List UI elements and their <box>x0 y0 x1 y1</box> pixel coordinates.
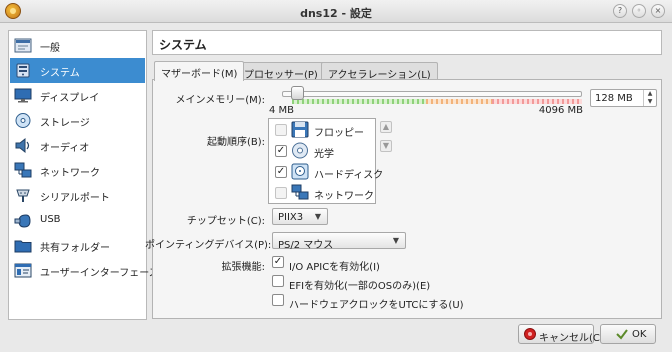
memory-min-label: 4 MB <box>269 105 295 116</box>
sidebar-item-network[interactable]: ネットワーク <box>10 158 145 183</box>
floppy-icon <box>291 121 309 138</box>
io-apic-label[interactable]: I/O APICを有効化(I) <box>289 258 380 273</box>
utc-clock-checkbox[interactable] <box>272 294 284 306</box>
sidebar-item-serial-port[interactable]: シリアルポート <box>10 183 145 208</box>
sidebar-item-label: オーディオ <box>40 143 90 154</box>
tab-motherboard[interactable]: マザーボード(M) <box>154 61 245 81</box>
sidebar-item-label: ディスプレイ <box>40 93 100 104</box>
sidebar-item-shared-folders[interactable]: 共有フォルダー <box>10 233 145 258</box>
boot-order-list: フロッピー ✓ 光学 ✓ ハードディスク ネットワーク <box>268 118 383 204</box>
sidebar-item-system[interactable]: システム <box>10 58 145 83</box>
chevron-down-icon: ▼ <box>392 236 399 245</box>
window-title: dns12 - 設定 <box>300 7 372 20</box>
sidebar-item-label: 一般 <box>40 43 60 54</box>
sidebar-item-usb[interactable]: USB <box>10 208 145 233</box>
tab-acceleration[interactable]: アクセラレーション(L) <box>321 62 438 81</box>
boot-item-optical[interactable]: ✓ 光学 <box>271 141 375 161</box>
hard-disk-icon <box>291 163 309 180</box>
spin-arrows-icon[interactable]: ▲ ▼ <box>643 90 656 106</box>
cancel-label: キャンセル(C) <box>539 333 604 344</box>
boot-item-network[interactable]: ネットワーク <box>271 183 375 203</box>
sidebar-item-label: シリアルポート <box>40 193 110 204</box>
network-icon <box>14 162 32 178</box>
boot-item-label: ハードディスク <box>314 170 384 181</box>
extended-features-label: 拡張機能: <box>221 262 265 273</box>
chevron-down-icon: ▼ <box>314 212 321 221</box>
sidebar-item-user-interface[interactable]: ユーザーインターフェース <box>10 258 159 283</box>
boot-item-floppy[interactable]: フロッピー <box>271 120 375 140</box>
shared-folder-icon <box>14 240 32 253</box>
boot-item-label: フロッピー <box>314 128 364 139</box>
ok-icon <box>616 329 628 340</box>
user-interface-icon <box>14 263 32 278</box>
title-bar: dns12 - 設定 ? ◦ × <box>0 0 672 23</box>
base-memory-slider-handle[interactable] <box>290 86 304 100</box>
base-memory-slider[interactable] <box>282 91 582 97</box>
page-title: システム <box>159 38 207 52</box>
serial-port-icon <box>16 189 30 202</box>
utc-clock-label[interactable]: ハードウェアクロックをUTCにする(U) <box>289 296 464 311</box>
memory-max-label: 4096 MB <box>538 105 583 116</box>
page-header: システム <box>152 30 662 55</box>
pointing-device-label: ポインティングデバイス(P): <box>145 240 272 251</box>
sidebar-item-label: ストレージ <box>40 118 90 129</box>
chipset-select[interactable]: PIIX3 ▼ <box>272 208 328 225</box>
cancel-button[interactable]: キャンセル(C) <box>518 324 604 344</box>
general-icon <box>14 38 32 53</box>
usb-icon <box>14 214 31 228</box>
boot-hard-disk-checkbox[interactable]: ✓ <box>275 166 287 178</box>
ok-button[interactable]: OK <box>600 324 656 344</box>
optical-disc-icon <box>292 142 308 159</box>
sidebar-item-general[interactable]: 一般 <box>10 33 145 58</box>
move-up-icon[interactable]: ▲ <box>380 121 392 133</box>
chipset-value: PIIX3 <box>278 212 304 223</box>
ok-label: OK <box>632 329 647 340</box>
sidebar-item-label: ネットワーク <box>40 168 100 179</box>
sidebar-item-audio[interactable]: オーディオ <box>10 133 145 158</box>
sidebar-item-label: ユーザーインターフェース <box>40 268 159 279</box>
memory-scale-warning <box>426 99 492 104</box>
tab-processor[interactable]: プロセッサー(P) <box>237 62 325 81</box>
boot-item-hard-disk[interactable]: ✓ ハードディスク <box>271 162 383 182</box>
maximize-button[interactable]: ◦ <box>632 4 646 18</box>
close-button[interactable]: × <box>651 4 665 18</box>
efi-checkbox[interactable] <box>272 275 284 287</box>
cancel-icon <box>524 328 536 340</box>
help-button[interactable]: ? <box>613 4 627 18</box>
base-memory-label: メインメモリー(M): <box>175 95 266 106</box>
efi-label[interactable]: EFIを有効化(一部のOSのみ)(E) <box>289 277 430 292</box>
sidebar-item-storage[interactable]: ストレージ <box>10 108 145 133</box>
pointing-device-value: PS/2 マウス <box>278 240 334 251</box>
boot-item-label: 光学 <box>314 149 334 160</box>
memory-scale-safe <box>292 99 426 104</box>
sidebar-item-label: USB <box>40 214 61 225</box>
move-down-icon[interactable]: ▼ <box>380 140 392 152</box>
boot-optical-checkbox[interactable]: ✓ <box>275 145 287 157</box>
boot-item-label: ネットワーク <box>314 191 374 202</box>
io-apic-checkbox[interactable]: ✓ <box>272 256 284 268</box>
base-memory-spinbox[interactable]: 128 MB ▲ ▼ <box>590 89 657 107</box>
display-icon <box>14 88 32 103</box>
base-memory-value: 128 MB <box>595 93 633 104</box>
pointing-device-select[interactable]: PS/2 マウス ▼ <box>272 232 406 251</box>
audio-icon <box>15 137 30 154</box>
sidebar-item-label: 共有フォルダー <box>40 243 110 254</box>
network-boot-icon <box>291 184 309 200</box>
system-icon <box>16 63 30 78</box>
sidebar-item-label: システム <box>40 68 80 79</box>
boot-network-checkbox[interactable] <box>275 187 287 199</box>
boot-floppy-checkbox[interactable] <box>275 124 287 136</box>
sidebar-item-display[interactable]: ディスプレイ <box>10 83 145 108</box>
chipset-label: チップセット(C): <box>186 216 265 227</box>
settings-sidebar: 一般 システム ディスプレイ ストレージ オーディオ ネットワーク シリアルポー… <box>8 30 159 320</box>
memory-scale-danger <box>492 99 582 104</box>
boot-order-label: 起動順序(B): <box>206 137 265 148</box>
storage-icon <box>15 113 31 128</box>
